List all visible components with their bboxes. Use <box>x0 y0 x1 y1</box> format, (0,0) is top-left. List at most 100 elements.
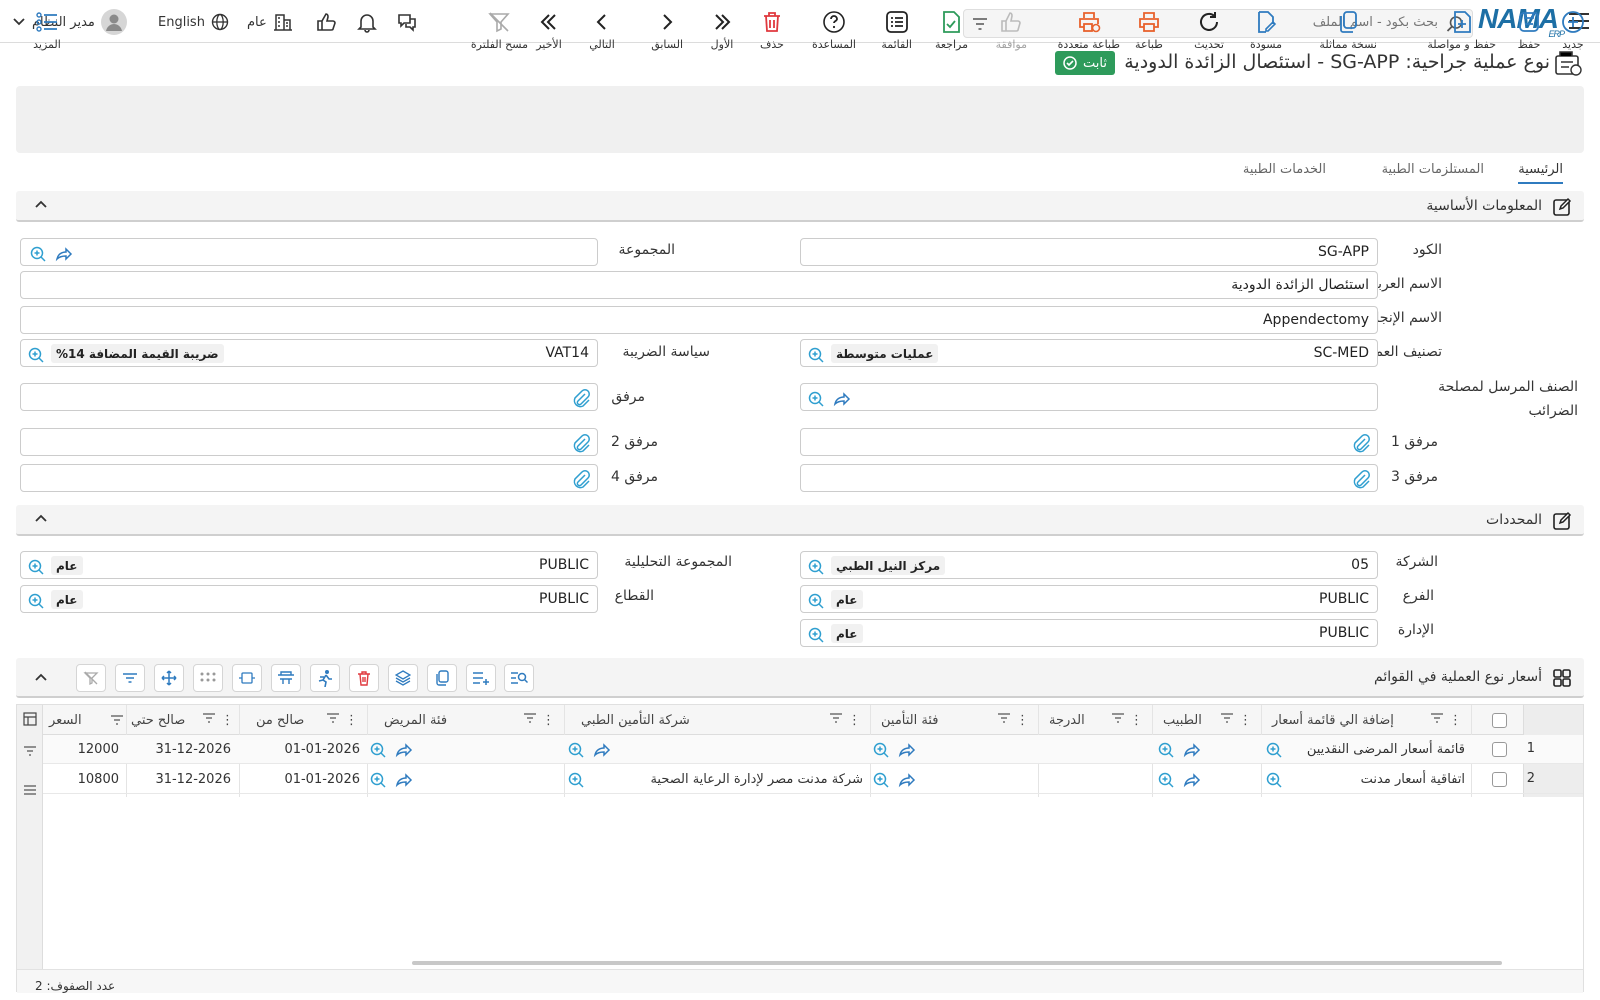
row-checkbox[interactable] <box>1492 742 1507 757</box>
department-field[interactable]: PUBLIC عام <box>800 619 1378 647</box>
search-plus-icon[interactable] <box>369 771 387 789</box>
search-plus-icon[interactable] <box>567 741 585 759</box>
columns-toggle-icon[interactable] <box>23 712 37 726</box>
approve-button[interactable]: موافقة <box>996 8 1027 51</box>
attachment1-field[interactable] <box>800 428 1378 456</box>
help-button[interactable]: المساعدة <box>812 8 856 51</box>
grid-filter-button[interactable] <box>115 664 145 692</box>
column-menu-icon[interactable]: ⋮ <box>1239 713 1252 728</box>
draft-button[interactable]: مسودة <box>1250 8 1282 51</box>
insurance-company-cell[interactable]: شركة مدنت مصر لإدارة الرعاية الصحية <box>650 772 863 787</box>
tab-medical-services[interactable]: الخدمات الطبية <box>1243 162 1326 177</box>
company-field[interactable]: 05 مركز النيل الطبي <box>800 551 1378 579</box>
grid-fit-button[interactable] <box>232 664 262 692</box>
chevron-up-icon[interactable] <box>34 199 48 209</box>
last-button[interactable]: الأخير <box>534 8 564 51</box>
share-icon[interactable] <box>1183 741 1201 759</box>
group-field[interactable] <box>20 238 598 266</box>
column-menu-icon[interactable]: ⋮ <box>1016 713 1029 728</box>
share-icon[interactable] <box>898 741 916 759</box>
more-button[interactable]: المزيد <box>32 8 62 51</box>
column-menu-icon[interactable]: ⋮ <box>1130 713 1143 728</box>
share-icon[interactable] <box>898 771 916 789</box>
dimensions-section-header[interactable]: المحددات <box>16 505 1584 536</box>
valid-to-cell[interactable]: 31-12-2026 <box>155 742 231 757</box>
language-switcher[interactable]: English <box>158 10 229 34</box>
attachment-field[interactable] <box>20 383 598 411</box>
search-plus-icon[interactable] <box>369 741 387 759</box>
paperclip-icon[interactable] <box>571 433 591 453</box>
share-icon[interactable] <box>833 390 851 408</box>
list-button[interactable]: القائمة <box>881 8 912 51</box>
column-menu-icon[interactable]: ⋮ <box>542 713 555 728</box>
grid-dots-button[interactable] <box>193 664 223 692</box>
grid-copy-button[interactable] <box>427 664 457 692</box>
share-icon[interactable] <box>395 741 413 759</box>
column-filter-icon[interactable] <box>1221 712 1233 728</box>
search-plus-icon[interactable] <box>872 741 890 759</box>
arabic-name-field[interactable]: استئصال الزائدة الدودية <box>20 271 1378 299</box>
valid-from-cell[interactable]: 01-01-2026 <box>284 772 360 787</box>
share-icon[interactable] <box>55 245 73 263</box>
share-icon[interactable] <box>593 741 611 759</box>
review-button[interactable]: مراجعة <box>935 8 968 51</box>
attachment2-field[interactable] <box>20 428 598 456</box>
grid-move-button[interactable] <box>154 664 184 692</box>
bell-icon[interactable] <box>356 11 378 33</box>
grid-merge-button[interactable] <box>271 664 301 692</box>
search-plus-icon[interactable] <box>807 558 825 576</box>
analysis-group-field[interactable]: PUBLIC عام <box>20 551 598 579</box>
thumbs-up-icon[interactable] <box>315 11 337 33</box>
search-plus-icon[interactable] <box>1157 771 1175 789</box>
column-filter-icon[interactable] <box>111 715 123 725</box>
col-grade[interactable]: الدرجة ⋮ <box>1039 705 1153 735</box>
next-button[interactable]: التالي <box>587 8 617 51</box>
classification-field[interactable]: SC-MED عمليات متوسطة <box>800 339 1378 367</box>
column-menu-icon[interactable]: ⋮ <box>345 713 358 728</box>
filter-icon[interactable] <box>972 17 988 31</box>
user-menu[interactable]: مدير النظام <box>12 9 127 35</box>
search-plus-icon[interactable] <box>1157 741 1175 759</box>
valid-to-cell[interactable]: 31-12-2026 <box>155 772 231 787</box>
column-menu-icon[interactable]: ⋮ <box>1449 713 1462 728</box>
filter-lines-icon[interactable] <box>24 746 36 756</box>
valid-from-cell[interactable]: 01-01-2026 <box>284 742 360 757</box>
previous-button[interactable]: السابق <box>651 8 683 51</box>
col-doctor[interactable]: الطبيب ⋮ <box>1153 705 1262 735</box>
chevron-up-icon[interactable] <box>34 672 48 682</box>
refresh-button[interactable]: تحديث <box>1194 8 1224 51</box>
col-price[interactable]: السعر <box>45 705 127 735</box>
search-plus-icon[interactable] <box>1265 771 1283 789</box>
horizontal-scrollbar[interactable] <box>412 961 1502 965</box>
code-field[interactable]: SG-APP <box>800 238 1378 266</box>
column-menu-icon[interactable]: ⋮ <box>221 713 234 728</box>
price-cell[interactable]: 10800 <box>78 772 119 787</box>
column-filter-icon[interactable] <box>524 712 536 728</box>
column-filter-icon[interactable] <box>1112 712 1124 728</box>
grid-search-button[interactable] <box>504 664 534 692</box>
print-button[interactable]: طباعة <box>1134 8 1164 51</box>
save-continue-button[interactable]: حفظ و مواصلة <box>1427 8 1496 51</box>
col-valid-to[interactable]: صالح حتي ⋮ <box>127 705 240 735</box>
grid-layers-button[interactable] <box>388 664 418 692</box>
col-insurance-class[interactable]: فئة التأمين ⋮ <box>871 705 1039 735</box>
new-button[interactable]: جديد <box>1558 8 1588 51</box>
search-plus-icon[interactable] <box>27 346 45 364</box>
basic-info-section-header[interactable]: المعلومات الأساسية <box>16 191 1584 222</box>
save-button[interactable]: حفظ <box>1514 8 1544 51</box>
branch-field[interactable]: PUBLIC عام <box>800 585 1378 613</box>
search-plus-icon[interactable] <box>27 592 45 610</box>
paperclip-icon[interactable] <box>1351 469 1371 489</box>
tax-policy-field[interactable]: VAT14 ضريبة القيمة المضافة 14% <box>20 339 598 367</box>
row-checkbox[interactable] <box>1492 772 1507 787</box>
search-plus-icon[interactable] <box>1265 741 1283 759</box>
hamburger-icon[interactable] <box>24 785 36 795</box>
attachment3-field[interactable] <box>800 464 1378 492</box>
first-button[interactable]: الأول <box>707 8 737 51</box>
share-icon[interactable] <box>1183 771 1201 789</box>
duplicate-button[interactable]: نسخة مماثلة <box>1319 8 1377 51</box>
tab-medical-supplies[interactable]: المستلزمات الطبية <box>1382 162 1484 177</box>
share-icon[interactable] <box>395 771 413 789</box>
select-all-checkbox[interactable] <box>1492 713 1507 728</box>
column-filter-icon[interactable] <box>327 712 339 728</box>
